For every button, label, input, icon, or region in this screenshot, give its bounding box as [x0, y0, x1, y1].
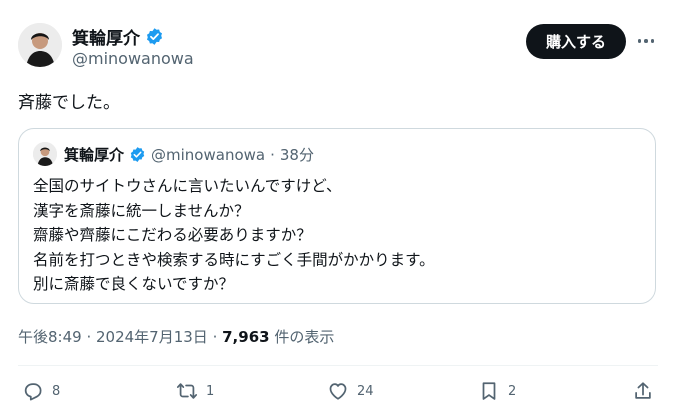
quote-handle: @minowanowa: [151, 145, 266, 164]
like-count: 24: [357, 383, 374, 399]
quote-line: 漢字を斎藤に統一しませんか？: [33, 201, 250, 220]
more-options-icon[interactable]: [636, 33, 656, 49]
post-time[interactable]: 午後8:49: [18, 328, 82, 346]
buy-button[interactable]: 購入する: [526, 24, 626, 59]
quote-text: 全国のサイトウさんに言いたいんですけど、 漢字を斎藤に統一しませんか？ 齋藤や齊…: [33, 174, 435, 297]
reply-button[interactable]: 8: [22, 380, 60, 402]
meta-separator: ·: [207, 328, 223, 346]
share-button[interactable]: [632, 380, 654, 402]
quote-line: 齋藤や齊藤にこだわる必要ありますか？: [33, 226, 312, 244]
quote-separator: ·: [270, 145, 275, 164]
repost-button[interactable]: 1: [176, 380, 214, 402]
bookmark-button[interactable]: 2: [478, 380, 516, 402]
view-label: 件の表示: [269, 328, 335, 346]
quote-author-name: 箕輪厚介: [64, 146, 125, 164]
post-date[interactable]: 2024年7月13日: [96, 328, 208, 346]
verified-badge-icon: [129, 146, 146, 163]
author-name-row[interactable]: 箕輪厚介: [72, 24, 164, 49]
quote-line: 全国のサイトウさんに言いたいんですけど、: [33, 177, 342, 195]
dot: [650, 39, 655, 43]
divider: [18, 365, 658, 366]
share-icon: [635, 382, 651, 399]
tweet-text: 斉藤でした。: [18, 93, 120, 113]
author-handle[interactable]: @minowanowa: [72, 49, 194, 68]
bookmark-count: 2: [508, 383, 517, 399]
dot: [637, 39, 642, 43]
repost-icon: [176, 383, 198, 399]
tweet-meta: 午後8:49 · 2024年7月13日 · 7,963 件の表示: [18, 326, 334, 347]
avatar-photo: [18, 23, 62, 67]
quote-time: 38分: [279, 146, 314, 164]
bookmark-icon: [482, 382, 496, 400]
quoted-tweet[interactable]: 箕輪厚介 @minowanowa · 38分 全国のサイトウさんに言いたいんです…: [18, 128, 656, 304]
repost-count: 1: [206, 383, 215, 399]
quote-avatar[interactable]: [33, 142, 57, 166]
view-count: 7,963: [222, 328, 270, 346]
heart-icon: [329, 383, 347, 400]
avatar-photo: [33, 142, 57, 166]
meta-separator: ·: [81, 328, 96, 346]
reply-count: 8: [52, 383, 61, 399]
reply-icon: [24, 383, 42, 401]
verified-badge-icon[interactable]: [145, 27, 164, 46]
quote-line: 名前を打つときや検索する時にすごく手間がかかります。: [33, 250, 435, 269]
author-avatar[interactable]: [18, 23, 62, 67]
dot: [644, 39, 648, 43]
quote-header: 箕輪厚介 @minowanowa · 38分: [64, 144, 314, 165]
author-name[interactable]: 箕輪厚介: [72, 24, 140, 49]
like-button[interactable]: 24: [327, 380, 374, 402]
quote-line: 別に斎藤で良くないですか？: [33, 275, 235, 293]
